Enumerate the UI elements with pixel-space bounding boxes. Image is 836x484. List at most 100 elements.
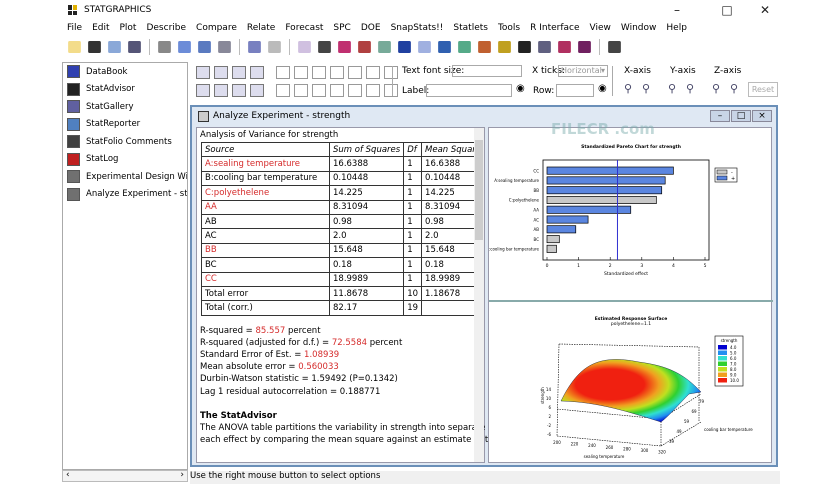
zoom-out-icon[interactable]: ⚲	[642, 82, 650, 95]
graph-tool-button[interactable]	[232, 84, 246, 97]
toolbar-button-2[interactable]	[108, 41, 121, 53]
scroll-left-icon[interactable]: ‹	[66, 470, 70, 480]
zoom-in-icon[interactable]: ⚲	[668, 82, 676, 95]
menu-rinterface[interactable]: R Interface	[525, 23, 584, 33]
graph-tool-button[interactable]	[276, 84, 290, 97]
toolbar-button-13[interactable]	[298, 41, 311, 53]
menu-file[interactable]: File	[62, 23, 87, 33]
label-input[interactable]	[426, 84, 512, 97]
xticks-select[interactable]: Horizontal ▾	[558, 65, 608, 77]
graph-tool-button[interactable]	[276, 66, 290, 79]
menu-plot[interactable]: Plot	[115, 23, 142, 33]
graph-tool-button[interactable]	[214, 66, 228, 79]
toolbar-button-5[interactable]	[158, 41, 171, 53]
graph-tool-button[interactable]	[250, 84, 264, 97]
child-restore-button[interactable]: □	[731, 110, 751, 122]
menu-tools[interactable]: Tools	[493, 23, 525, 33]
row-binoculars-icon[interactable]: ◉	[598, 83, 607, 94]
font-size-slider[interactable]	[452, 65, 522, 77]
toolbar-button-29[interactable]	[608, 41, 621, 53]
graph-tool-button[interactable]	[250, 66, 264, 79]
graph-tool-button[interactable]	[348, 84, 362, 97]
graph-tool-button[interactable]	[330, 66, 344, 79]
toolbar-button-21[interactable]	[458, 41, 471, 53]
toolbar-button-23[interactable]	[498, 41, 511, 53]
toolbar-button-8[interactable]	[218, 41, 231, 53]
child-minimize-button[interactable]: –	[710, 110, 730, 122]
scroll-right-icon[interactable]: ›	[180, 470, 184, 480]
menu-forecast[interactable]: Forecast	[280, 23, 328, 33]
sidebar-item-statreporter[interactable]: StatReporter	[63, 116, 187, 134]
toolbar-button-27[interactable]	[578, 41, 591, 53]
scrollbar-thumb[interactable]	[475, 140, 483, 241]
toolbar-button-24[interactable]	[518, 41, 531, 53]
toolbar-button-3[interactable]	[128, 41, 141, 53]
row-input[interactable]	[556, 84, 594, 97]
graph-tool-button[interactable]	[294, 66, 308, 79]
toolbar-button-14[interactable]	[318, 41, 331, 53]
menu-window[interactable]: Window	[616, 23, 662, 33]
menu-view[interactable]: View	[585, 23, 616, 33]
menu-describe[interactable]: Describe	[141, 23, 191, 33]
graph-tool-button[interactable]	[312, 84, 326, 97]
sidebar-item-statadvisor[interactable]: StatAdvisor	[63, 81, 187, 99]
toolbar-button-0[interactable]	[68, 41, 81, 53]
graph-tool-button[interactable]	[196, 66, 210, 79]
toolbar-button-26[interactable]	[558, 41, 571, 53]
toolbar-button-19[interactable]	[418, 41, 431, 53]
menu-relate[interactable]: Relate	[242, 23, 280, 33]
graph-tool-button[interactable]	[348, 66, 362, 79]
sidebar-item-experimental-design-wizard[interactable]: Experimental Design Wizard	[63, 168, 187, 186]
graph-tool-button[interactable]	[366, 84, 380, 97]
zoom-in-icon[interactable]: ⚲	[712, 82, 720, 95]
reset-button[interactable]: Reset	[748, 82, 778, 97]
menu-doe[interactable]: DOE	[356, 23, 386, 33]
sidebar-horizontal-scrollbar[interactable]: ‹ ›	[62, 470, 188, 482]
text-pane-scrollbar[interactable]	[474, 128, 484, 462]
sidebar-item-analyze-experiment-strength[interactable]: Analyze Experiment - strength	[63, 186, 187, 204]
graph-tool-button[interactable]	[366, 66, 380, 79]
graph-tool-button[interactable]	[294, 84, 308, 97]
response-surface-chart[interactable]: Estimated Response Surfacepolyethelene=1…	[489, 304, 773, 464]
graph-tool-button[interactable]	[214, 84, 228, 97]
menu-spc[interactable]: SPC	[328, 23, 355, 33]
graph-tool-button[interactable]	[232, 66, 246, 79]
sidebar-item-databook[interactable]: DataBook	[63, 63, 187, 81]
menu-snapstats[interactable]: SnapStats!!	[386, 23, 449, 33]
toolbar-button-16[interactable]	[358, 41, 371, 53]
pareto-chart[interactable]: Standardized Pareto Chart for strength CC…	[489, 128, 773, 298]
sidebar-item-statlog[interactable]: StatLog	[63, 151, 187, 169]
anova-title: Analysis of Variance for strength	[200, 130, 339, 140]
zoom-out-icon[interactable]: ⚲	[730, 82, 738, 95]
menu-edit[interactable]: Edit	[87, 23, 114, 33]
sidebar-item-statgallery[interactable]: StatGallery	[63, 98, 187, 116]
graph-tool-button[interactable]	[384, 84, 398, 97]
child-close-button[interactable]: ×	[752, 110, 772, 122]
sidebar-item-statfolio-comments[interactable]: StatFolio Comments	[63, 133, 187, 151]
graph-tool-button[interactable]	[384, 66, 398, 79]
graph-tool-button[interactable]	[330, 84, 344, 97]
toolbar-button-25[interactable]	[538, 41, 551, 53]
menu-compare[interactable]: Compare	[191, 23, 242, 33]
minimize-button[interactable]: –	[662, 2, 692, 18]
toolbar-button-1[interactable]	[88, 41, 101, 53]
toolbar-button-22[interactable]	[478, 41, 491, 53]
graph-tool-button[interactable]	[312, 66, 326, 79]
zoom-in-icon[interactable]: ⚲	[624, 82, 632, 95]
zoom-out-icon[interactable]: ⚲	[686, 82, 694, 95]
toolbar-button-18[interactable]	[398, 41, 411, 53]
toolbar-button-11[interactable]	[268, 41, 281, 53]
pane-divider[interactable]	[489, 300, 773, 302]
menu-help[interactable]: Help	[661, 23, 692, 33]
close-button[interactable]: ✕	[750, 2, 780, 18]
toolbar-button-15[interactable]	[338, 41, 351, 53]
binoculars-icon[interactable]: ◉	[516, 83, 525, 94]
toolbar-button-20[interactable]	[438, 41, 451, 53]
toolbar-button-7[interactable]	[198, 41, 211, 53]
graph-tool-button[interactable]	[196, 84, 210, 97]
maximize-button[interactable]: □	[712, 2, 742, 18]
toolbar-button-17[interactable]	[378, 41, 391, 53]
toolbar-button-10[interactable]	[248, 41, 261, 53]
toolbar-button-6[interactable]	[178, 41, 191, 53]
menu-statlets[interactable]: Statlets	[448, 23, 493, 33]
